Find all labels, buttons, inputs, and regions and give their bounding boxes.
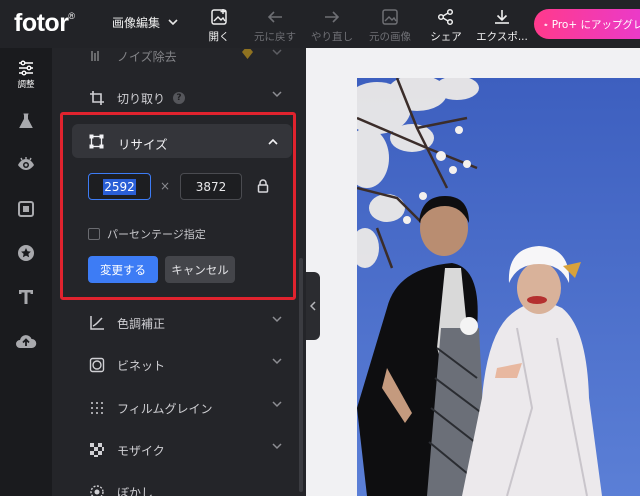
chevron-down-icon	[272, 443, 282, 450]
mosaic-row[interactable]: モザイク	[88, 438, 298, 462]
noise-icon	[88, 48, 106, 65]
rail-item-stickers[interactable]	[0, 244, 52, 262]
resize-highlight-box	[60, 112, 296, 300]
rail-item-adjust[interactable]: 調整	[0, 60, 52, 90]
image-icon	[360, 6, 420, 28]
left-rail: 調整	[0, 48, 52, 496]
redo-button[interactable]: やり直し	[302, 6, 362, 44]
grain-icon	[88, 399, 106, 417]
open-image-icon	[189, 6, 249, 28]
chevron-down-icon	[272, 49, 282, 56]
vignette-row[interactable]: ビネット	[88, 353, 298, 377]
sliders-icon	[19, 60, 33, 76]
share-icon	[416, 6, 476, 28]
rail-item-effects[interactable]	[0, 112, 52, 130]
upgrade-pro-label: Pro+ にアップグレー	[551, 18, 640, 31]
blur-label: ぼかし	[117, 485, 154, 496]
blur-icon	[88, 483, 106, 496]
blur-row[interactable]: ぼかし	[88, 480, 298, 496]
crop-row[interactable]: 切り取り ?	[88, 86, 298, 110]
export-button[interactable]: エクスポ...	[472, 6, 532, 44]
wedding-photo[interactable]	[357, 78, 640, 496]
upgrade-pro-button[interactable]: Pro+ にアップグレー	[534, 9, 640, 39]
collapse-panel-button[interactable]	[306, 272, 320, 340]
undo-button[interactable]: 元に戻す	[245, 6, 305, 44]
rail-item-beauty[interactable]	[0, 156, 52, 172]
download-icon	[472, 6, 532, 28]
open-button[interactable]: 開く	[189, 6, 249, 44]
panel-scrollbar[interactable]	[299, 258, 303, 492]
chevron-down-icon	[272, 401, 282, 408]
original-image-button[interactable]: 元の画像	[360, 6, 420, 44]
frame-icon	[18, 201, 34, 217]
chevron-left-icon	[310, 301, 316, 311]
share-button[interactable]: シェア	[416, 6, 476, 44]
fotor-logo[interactable]: fotor®	[14, 9, 75, 38]
noise-reduction-label: ノイズ除去	[117, 49, 177, 64]
crown-icon	[544, 22, 548, 26]
edit-mode-dropdown[interactable]: 画像編集	[112, 14, 178, 31]
edit-mode-label: 画像編集	[112, 16, 161, 30]
rail-item-frames[interactable]	[0, 200, 52, 218]
chevron-down-icon	[272, 91, 282, 98]
arrow-right-icon	[302, 6, 362, 28]
help-icon[interactable]: ?	[173, 92, 186, 104]
rail-item-text[interactable]	[0, 288, 52, 306]
film-grain-label: フィルムグレイン	[117, 401, 213, 416]
mosaic-icon	[88, 441, 106, 459]
rail-item-label: 調整	[17, 80, 35, 90]
curve-icon	[88, 314, 106, 332]
eye-icon	[18, 157, 34, 170]
crop-icon	[88, 89, 106, 107]
vignette-label: ビネット	[117, 358, 166, 373]
arrow-left-icon	[245, 6, 305, 28]
diamond-icon	[241, 48, 254, 63]
upload-cloud-icon	[16, 335, 37, 348]
chevron-down-icon	[272, 316, 282, 323]
text-icon	[19, 290, 33, 304]
chevron-down-icon	[168, 19, 178, 26]
film-grain-row[interactable]: フィルムグレイン	[88, 396, 298, 420]
flask-icon	[19, 113, 33, 128]
photo-image	[357, 78, 640, 496]
mosaic-label: モザイク	[117, 443, 165, 458]
color-correction-label: 色調補正	[117, 316, 166, 331]
color-correction-row[interactable]: 色調補正	[88, 311, 298, 335]
vignette-icon	[88, 356, 106, 374]
rail-item-upload[interactable]	[0, 332, 52, 350]
top-bar: fotor® 画像編集 開く 元に戻す やり直し 元の画像 シェア エクスポ..…	[0, 0, 640, 48]
sticker-icon	[18, 245, 34, 261]
noise-reduction-row[interactable]: ノイズ除去	[88, 48, 298, 68]
chevron-down-icon	[272, 358, 282, 365]
crop-label: 切り取り	[117, 91, 166, 106]
